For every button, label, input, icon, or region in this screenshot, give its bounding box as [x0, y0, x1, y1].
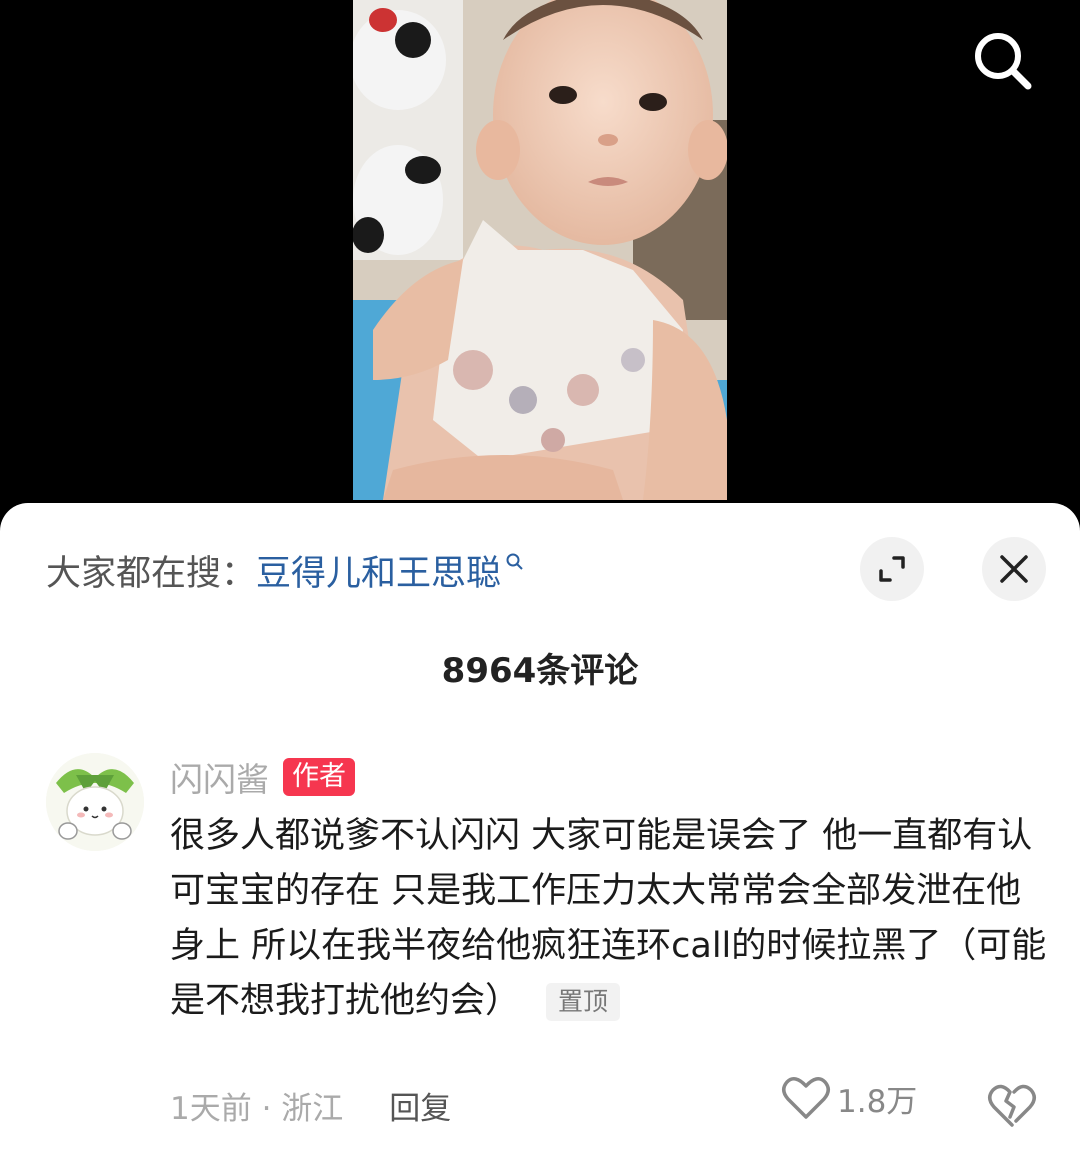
video-frame[interactable]: [353, 0, 727, 500]
trending-search-link[interactable]: 豆得儿和王思聪: [256, 545, 501, 596]
close-icon: [1000, 555, 1028, 583]
comment-username[interactable]: 闪闪酱: [170, 753, 269, 801]
video-thumbnail-baby: [353, 0, 727, 500]
search-icon: [975, 33, 1032, 90]
search-button[interactable]: [968, 26, 1038, 96]
avatar[interactable]: [46, 753, 144, 851]
like-button[interactable]: 1.8万: [781, 1075, 917, 1121]
expand-icon: [879, 556, 905, 582]
broken-heart-icon: [988, 1084, 1036, 1127]
trending-prefix: 大家都在搜：: [46, 553, 257, 594]
comment-time-location: 1天前 · 浙江: [170, 1091, 344, 1127]
avatar-image: [46, 753, 144, 851]
heart-icon: [782, 1077, 830, 1119]
comments-sheet: 大家都在搜： 豆得儿和王思聪 8964条评论 闪闪酱 作者 很多人都说爹不认闪闪…: [0, 503, 1080, 1158]
author-badge: 作者: [283, 758, 355, 796]
close-button[interactable]: [982, 537, 1046, 601]
trending-search-bar: 大家都在搜： 豆得儿和王思聪: [46, 543, 525, 597]
expand-button[interactable]: [860, 537, 924, 601]
comment-count-title: 8964条评论: [441, 651, 639, 691]
pinned-badge: 置顶: [546, 983, 621, 1021]
video-player[interactable]: [0, 0, 1080, 520]
magnifier-small-icon: [505, 541, 525, 581]
dislike-button[interactable]: [986, 1079, 1038, 1131]
like-count: 1.8万: [837, 1083, 918, 1120]
comment-meta: 1天前 · 浙江 回复: [170, 1083, 451, 1128]
comment-header: 闪闪酱 作者: [170, 755, 355, 799]
reply-button[interactable]: 回复: [389, 1083, 451, 1128]
comment-body: 很多人都说爹不认闪闪 大家可能是误会了 他一直都有认可宝宝的存在 只是我工作压力…: [170, 809, 1050, 1029]
